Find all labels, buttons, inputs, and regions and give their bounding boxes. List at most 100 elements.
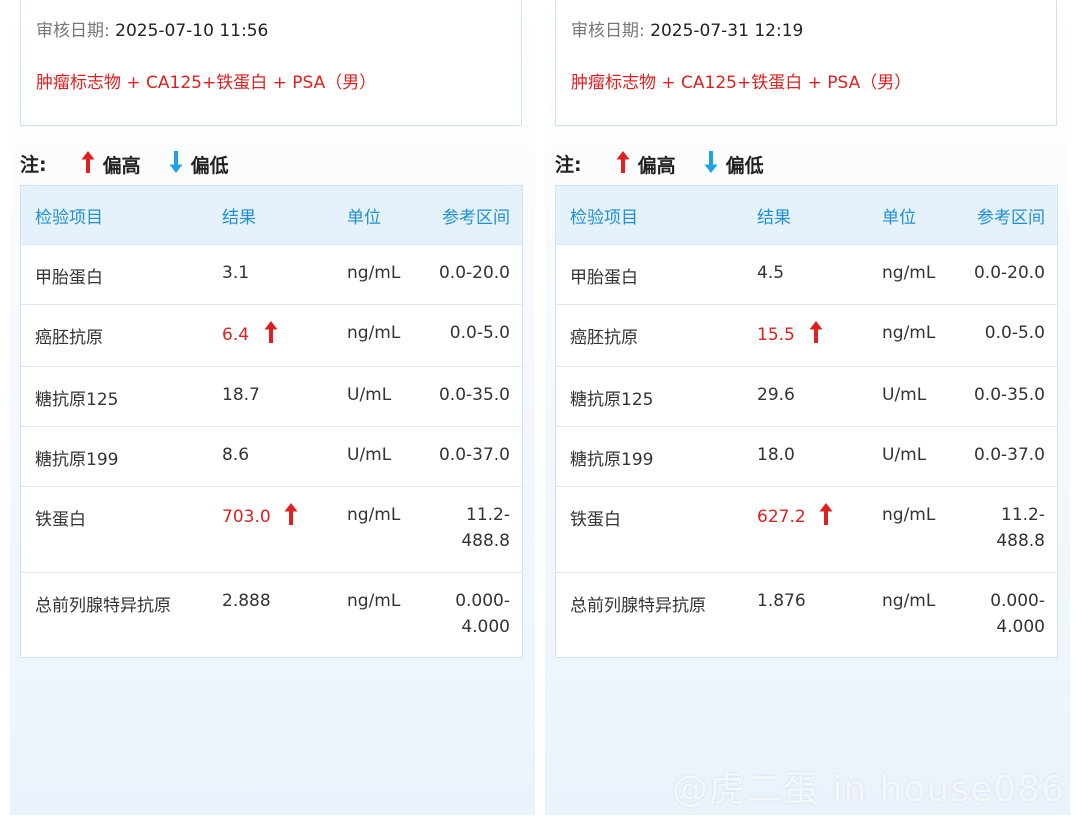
item-unit: U/mL (347, 445, 392, 465)
item-result-high: 15.5 (757, 321, 823, 345)
item-name: 总前列腺特异抗原 (35, 596, 171, 616)
table-header: 检验项目 结果 单位 参考区间 (556, 186, 1057, 245)
item-reference: 0.0-37.0 (973, 445, 1045, 465)
item-result: 8.6 (222, 445, 250, 465)
report-info-card: 审核日期: 2025-07-10 11:56 肿瘤标志物 + CA125+铁蛋白… (20, 0, 522, 126)
item-unit: ng/mL (347, 591, 401, 611)
item-unit: ng/mL (882, 505, 936, 525)
item-unit: ng/mL (347, 323, 401, 343)
item-reference: 0.0-5.0 (449, 323, 510, 343)
header-unit: 单位 (347, 208, 381, 228)
item-result: 4.5 (757, 263, 785, 283)
item-reference: 0.0-35.0 (973, 385, 1045, 405)
item-unit: U/mL (882, 445, 927, 465)
arrow-down-icon (169, 151, 183, 173)
item-unit: ng/mL (347, 505, 401, 525)
header-result: 结果 (222, 208, 256, 228)
item-unit: ng/mL (882, 323, 936, 343)
item-name: 糖抗原199 (570, 450, 654, 470)
audit-date-value: 2025-07-31 12:19 (650, 21, 804, 41)
report-info-card: 审核日期: 2025-07-31 12:19 肿瘤标志物 + CA125+铁蛋白… (555, 0, 1057, 126)
table-row: 糖抗原199 8.6 U/mL 0.0-37.0 (21, 427, 522, 487)
table-row: 总前列腺特异抗原 1.876 ng/mL 0.000- 4.000 (556, 573, 1057, 657)
item-unit: U/mL (882, 385, 927, 405)
item-result: 1.876 (757, 591, 806, 611)
item-name: 铁蛋白 (570, 510, 621, 530)
item-result-high: 627.2 (757, 503, 833, 527)
item-name: 癌胚抗原 (570, 328, 638, 348)
audit-date-label: 审核日期: (36, 21, 110, 41)
item-result: 18.7 (222, 385, 260, 405)
item-reference: 11.2- 488.8 (996, 505, 1045, 551)
table-row: 糖抗原199 18.0 U/mL 0.0-37.0 (556, 427, 1057, 487)
legend-high-label: 偏高 (102, 155, 141, 177)
report-panel-1: 审核日期: 2025-07-10 11:56 肿瘤标志物 + CA125+铁蛋白… (10, 0, 535, 815)
item-unit: ng/mL (882, 263, 936, 283)
table-row: 糖抗原125 18.7 U/mL 0.0-35.0 (21, 367, 522, 427)
item-result: 18.0 (757, 445, 795, 465)
table-header: 检验项目 结果 单位 参考区间 (21, 186, 522, 245)
results-table: 检验项目 结果 单位 参考区间 甲胎蛋白 3.1 ng/mL 0.0-20.0 … (20, 185, 523, 658)
header-unit: 单位 (882, 208, 916, 228)
table-row: 癌胚抗原 6.4 ng/mL 0.0-5.0 (21, 305, 522, 367)
header-result: 结果 (757, 208, 791, 228)
header-item: 检验项目 (570, 208, 638, 228)
table-row: 铁蛋白 703.0 ng/mL 11.2- 488.8 (21, 487, 522, 573)
watermark: @虎二蛋 in house086 (672, 769, 1065, 810)
audit-date-row: 审核日期: 2025-07-31 12:19 (571, 16, 803, 41)
item-reference: 0.0-20.0 (438, 263, 510, 283)
arrow-up-icon (284, 503, 298, 525)
header-reference: 参考区间 (977, 208, 1045, 228)
item-result: 3.1 (222, 263, 250, 283)
item-reference: 0.0-5.0 (984, 323, 1045, 343)
arrow-up-icon (616, 151, 630, 173)
item-name: 癌胚抗原 (35, 328, 103, 348)
header-reference: 参考区间 (442, 208, 510, 228)
table-row: 癌胚抗原 15.5 ng/mL 0.0-5.0 (556, 305, 1057, 367)
item-result-high: 703.0 (222, 503, 298, 527)
item-unit: ng/mL (347, 263, 401, 283)
table-row: 铁蛋白 627.2 ng/mL 11.2- 488.8 (556, 487, 1057, 573)
item-name: 糖抗原125 (35, 390, 119, 410)
item-result-high: 6.4 (222, 321, 278, 345)
item-result: 2.888 (222, 591, 271, 611)
legend-high: 偏高 (615, 150, 676, 178)
item-reference: 0.0-20.0 (973, 263, 1045, 283)
legend-note: 注: (20, 154, 47, 176)
test-name: 肿瘤标志物 + CA125+铁蛋白 + PSA（男） (36, 73, 377, 93)
item-name: 糖抗原199 (35, 450, 119, 470)
audit-date-value: 2025-07-10 11:56 (115, 21, 269, 41)
report-panel-2: 审核日期: 2025-07-31 12:19 肿瘤标志物 + CA125+铁蛋白… (545, 0, 1070, 815)
audit-date-row: 审核日期: 2025-07-10 11:56 (36, 16, 268, 41)
legend-low-label: 偏低 (190, 155, 229, 177)
item-name: 铁蛋白 (35, 510, 86, 530)
table-row: 糖抗原125 29.6 U/mL 0.0-35.0 (556, 367, 1057, 427)
test-name: 肿瘤标志物 + CA125+铁蛋白 + PSA（男） (571, 73, 912, 93)
item-unit: ng/mL (882, 591, 936, 611)
legend-low-label: 偏低 (725, 155, 764, 177)
arrow-up-icon (264, 321, 278, 343)
item-result: 29.6 (757, 385, 795, 405)
arrow-down-icon (704, 151, 718, 173)
results-table: 检验项目 结果 单位 参考区间 甲胎蛋白 4.5 ng/mL 0.0-20.0 … (555, 185, 1058, 658)
item-name: 总前列腺特异抗原 (570, 596, 706, 616)
legend-high-label: 偏高 (637, 155, 676, 177)
item-reference: 0.000- 4.000 (990, 591, 1045, 637)
legend-high: 偏高 (80, 150, 141, 178)
legend-low: 偏低 (703, 150, 764, 178)
arrow-up-icon (809, 321, 823, 343)
arrow-up-icon (819, 503, 833, 525)
item-name: 甲胎蛋白 (570, 268, 638, 288)
item-name: 糖抗原125 (570, 390, 654, 410)
header-item: 检验项目 (35, 208, 103, 228)
table-row: 甲胎蛋白 3.1 ng/mL 0.0-20.0 (21, 245, 522, 305)
legend-note: 注: (555, 154, 582, 176)
legend-low: 偏低 (168, 150, 229, 178)
item-reference: 0.000- 4.000 (455, 591, 510, 637)
audit-date-label: 审核日期: (571, 21, 645, 41)
arrow-up-icon (81, 151, 95, 173)
item-reference: 11.2- 488.8 (461, 505, 510, 551)
table-row: 甲胎蛋白 4.5 ng/mL 0.0-20.0 (556, 245, 1057, 305)
item-reference: 0.0-35.0 (438, 385, 510, 405)
table-row: 总前列腺特异抗原 2.888 ng/mL 0.000- 4.000 (21, 573, 522, 657)
